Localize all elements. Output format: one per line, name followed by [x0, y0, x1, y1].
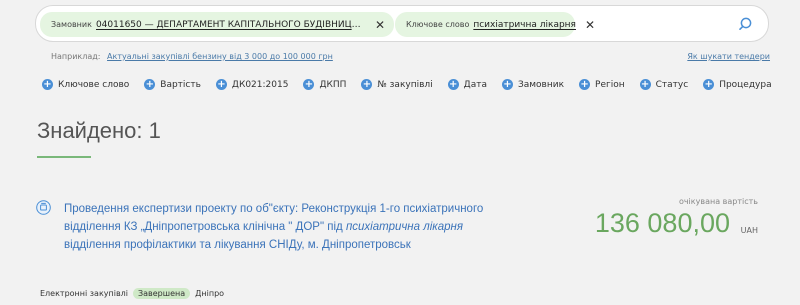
- filter-tender-number[interactable]: + № закупівлі: [361, 79, 433, 90]
- tender-region: Дніпро: [195, 289, 225, 298]
- tender-title-highlight: психіатрична лікарня: [345, 221, 463, 233]
- filter-label: Статус: [655, 79, 689, 90]
- plus-icon: +: [703, 79, 715, 90]
- filter-label: Дата: [463, 79, 487, 90]
- filter-label: № закупівлі: [377, 79, 433, 90]
- example-prefix: Наприклад:: [51, 52, 101, 61]
- filter-procedure[interactable]: + Процедура: [703, 79, 772, 90]
- filter-label: ДК021:2015: [231, 79, 289, 90]
- keyword-chip-label: Ключове слово: [406, 20, 470, 29]
- status-badge: Завершена: [133, 288, 191, 299]
- keyword-chip-close-icon[interactable]: ✕: [585, 19, 595, 31]
- plus-icon: +: [144, 79, 156, 90]
- filter-label: Регіон: [595, 79, 625, 90]
- plus-icon: +: [579, 79, 591, 90]
- search-bar[interactable]: Замовник 04011650 — ДЕПАРТАМЕНТ КАПІТАЛЬ…: [35, 5, 769, 42]
- plus-icon: +: [447, 79, 459, 90]
- filter-label: Процедура: [719, 79, 772, 90]
- tender-lot-icon: [36, 200, 51, 215]
- customer-chip-value[interactable]: 04011650 — ДЕПАРТАМЕНТ КАПІТАЛЬНОГО БУДІ…: [96, 20, 366, 30]
- filter-date[interactable]: + Дата: [447, 79, 487, 90]
- filter-value[interactable]: + Вартість: [144, 79, 201, 90]
- price-currency: UAH: [740, 226, 758, 235]
- filter-status[interactable]: + Статус: [639, 79, 689, 90]
- filter-label: ДКПП: [319, 79, 347, 90]
- plus-icon: +: [501, 79, 513, 90]
- filter-dk021[interactable]: + ДК021:2015: [215, 79, 289, 90]
- filter-label: Ключове слово: [58, 79, 130, 90]
- filter-region[interactable]: + Регіон: [579, 79, 625, 90]
- tender-title-part2: відділення профілактики та лікування СНІ…: [64, 239, 411, 251]
- filter-customer[interactable]: + Замовник: [501, 79, 565, 90]
- tender-title-link[interactable]: Проведення експертизи проекту по об"єкту…: [64, 200, 504, 254]
- plus-icon: +: [42, 79, 53, 90]
- plus-icon: +: [639, 79, 651, 90]
- filter-label: Вартість: [160, 79, 201, 90]
- customer-chip-label: Замовник: [51, 20, 92, 29]
- expected-price-value: 136 080,00: [594, 208, 730, 238]
- filter-bar: + Ключове слово + Вартість + ДК021:2015 + ДК…: [42, 79, 787, 90]
- results-count-underline: [37, 156, 91, 158]
- keyword-chip-value[interactable]: психіатрична лікарня: [473, 20, 576, 30]
- keyword-filter-chip[interactable]: Ключове слово психіатрична лікарня ✕: [395, 12, 595, 37]
- tender-procedure: Електронні закупівлі: [40, 289, 129, 298]
- expected-price-label: очікувана вартість: [678, 197, 758, 206]
- customer-chip-close-icon[interactable]: ✕: [375, 19, 385, 31]
- filter-keyword[interactable]: + Ключове слово: [42, 79, 129, 90]
- tender-meta: Електронні закупівлі Завершена Дніпро: [40, 288, 224, 299]
- search-icon[interactable]: [739, 16, 755, 32]
- plus-icon: +: [361, 79, 373, 90]
- filter-dkpp[interactable]: + ДКПП: [303, 79, 346, 90]
- customer-filter-chip[interactable]: Замовник 04011650 — ДЕПАРТАМЕНТ КАПІТАЛЬ…: [40, 12, 394, 37]
- results-count: Знайдено: 1: [37, 118, 161, 143]
- search-example: Наприклад: Актуальні закупівлі бензину в…: [51, 52, 333, 61]
- filter-label: Замовник: [517, 79, 565, 90]
- how-to-search-link[interactable]: Як шукати тендери: [687, 52, 770, 61]
- plus-icon: +: [215, 79, 227, 90]
- plus-icon: +: [303, 79, 315, 90]
- example-link[interactable]: Актуальні закупівлі бензину від 3 000 до…: [107, 52, 333, 61]
